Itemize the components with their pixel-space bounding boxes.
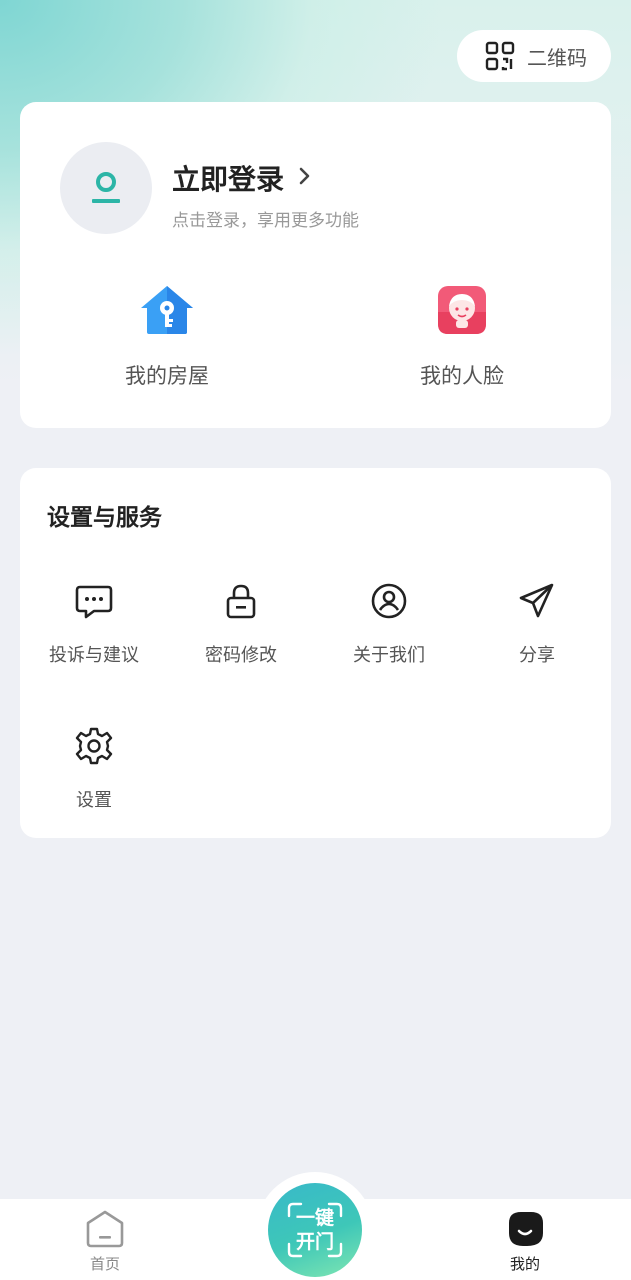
user-avatar-icon	[92, 172, 120, 203]
about-us-label: 关于我们	[353, 645, 425, 666]
complaint-suggestion-button[interactable]: 投诉与建议	[24, 581, 164, 667]
gear-icon	[75, 727, 113, 765]
paper-plane-icon	[519, 583, 554, 618]
settings-label: 设置	[76, 790, 112, 811]
tab-mine[interactable]: 我的	[475, 1209, 575, 1274]
my-house-label: 我的房屋	[125, 364, 209, 388]
open-door-line2: 开门	[295, 1231, 334, 1253]
complaint-suggestion-label: 投诉与建议	[49, 645, 139, 666]
tab-home-label: 首页	[89, 1255, 120, 1273]
settings-button[interactable]: 设置	[24, 726, 164, 812]
chevron-right-icon[interactable]	[298, 166, 312, 186]
face-icon	[438, 286, 486, 334]
settings-card: 设置与服务 投诉与建议 密码修改 关于我们 分享 设置	[20, 468, 611, 838]
my-face-button[interactable]: 我的人脸	[372, 282, 552, 390]
share-button[interactable]: 分享	[467, 581, 607, 667]
user-circle-icon	[371, 583, 407, 619]
about-us-button[interactable]: 关于我们	[319, 581, 459, 667]
avatar[interactable]	[60, 142, 152, 234]
password-change-label: 密码修改	[205, 645, 277, 666]
share-label: 分享	[519, 645, 555, 666]
tab-mine-label: 我的	[509, 1255, 540, 1273]
home-icon	[86, 1210, 124, 1248]
tab-home[interactable]: 首页	[55, 1209, 155, 1274]
qr-code-icon	[485, 41, 515, 71]
section-title: 设置与服务	[47, 505, 162, 531]
user-face-icon	[509, 1212, 543, 1246]
house-key-icon	[141, 286, 193, 334]
login-subtitle: 点击登录，享用更多功能	[172, 211, 359, 231]
my-house-button[interactable]: 我的房屋	[77, 282, 257, 390]
one-key-open-door-button[interactable]: 一键 开门	[268, 1183, 362, 1277]
open-door-line1: 一键	[295, 1207, 334, 1229]
lock-icon	[226, 584, 256, 619]
qr-code-button[interactable]: 二维码	[457, 30, 611, 82]
login-title[interactable]: 立即登录	[172, 158, 284, 198]
profile-card: 立即登录 点击登录，享用更多功能 我的房屋 我的人脸	[20, 102, 611, 428]
qr-code-label: 二维码	[527, 45, 587, 70]
password-change-button[interactable]: 密码修改	[171, 581, 311, 667]
my-face-label: 我的人脸	[420, 364, 504, 388]
message-dots-icon	[75, 585, 113, 619]
